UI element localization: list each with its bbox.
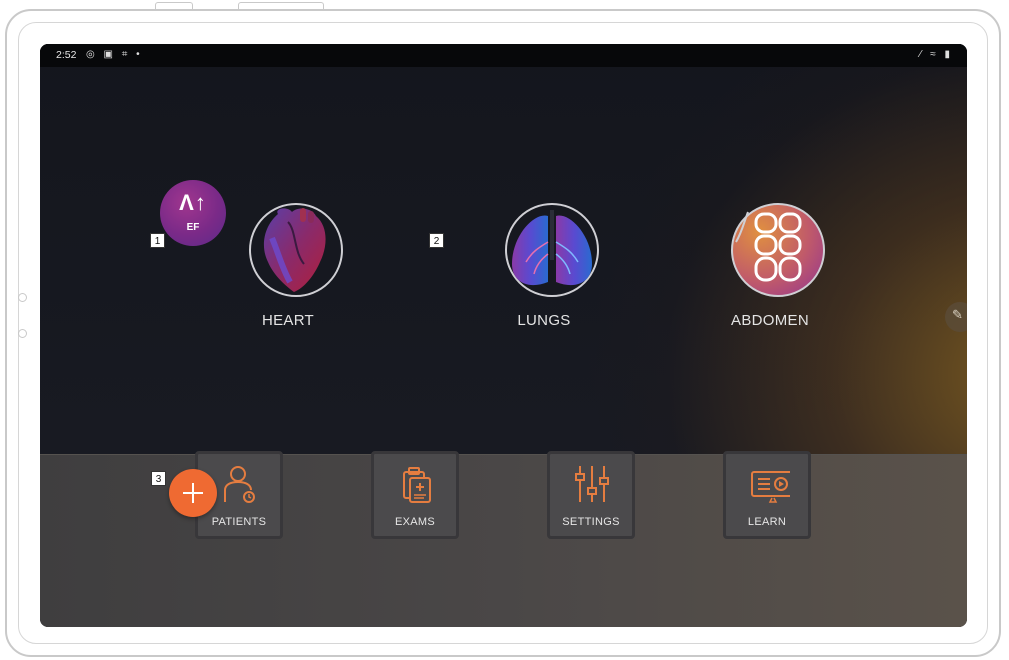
nav-settings[interactable]: SETTINGS — [547, 451, 635, 539]
nav-label-exams: EXAMS — [394, 516, 435, 528]
nav-exams[interactable]: EXAMS — [371, 451, 459, 539]
system-icons: ⁄ ≈ ▮ — [919, 49, 953, 60]
pencil-icon: ✎ — [952, 307, 963, 322]
notification-icons: ◎ ▣ ⌗ • — [86, 49, 143, 60]
patient-icon — [224, 466, 255, 503]
ai-ef-badge[interactable]: Λ↑ EF — [160, 180, 226, 246]
camera-dot — [18, 293, 27, 302]
callout-3: 3 — [151, 471, 166, 486]
status-time: 2:52 — [56, 49, 77, 61]
ai-ef-label: EF — [186, 222, 200, 233]
video-icon — [751, 471, 790, 503]
clipboard-icon — [403, 467, 431, 503]
exam-label-abdomen: ABDOMEN — [731, 312, 809, 329]
exam-abdomen[interactable]: ABDOMEN — [710, 202, 830, 362]
nav-label-learn: LEARN — [747, 516, 787, 528]
exam-lungs[interactable]: LUNGS — [484, 202, 604, 362]
app-screen: 2:52 ◎ ▣ ⌗ • ⁄ ≈ ▮ HEART LUNGS ABDOMEN ✎ — [40, 44, 967, 627]
abdomen-icon — [731, 203, 825, 297]
volume-button — [155, 2, 193, 9]
exam-label-heart: HEART — [261, 312, 315, 329]
edge-panel-handle[interactable]: ✎ — [945, 302, 967, 332]
exam-type-area: 2:52 ◎ ▣ ⌗ • ⁄ ≈ ▮ HEART LUNGS ABDOMEN ✎ — [40, 44, 967, 454]
new-exam-button[interactable] — [169, 469, 217, 517]
exam-label-lungs: LUNGS — [517, 312, 571, 329]
callout-1: 1 — [150, 233, 165, 248]
lungs-icon — [505, 203, 599, 297]
heart-icon — [249, 203, 343, 297]
sliders-icon — [575, 466, 609, 502]
ai-trace-icon: Λ↑ — [179, 190, 207, 215]
power-button — [238, 2, 324, 9]
nav-learn[interactable]: LEARN — [723, 451, 811, 539]
nav-label-settings: SETTINGS — [562, 516, 620, 528]
status-bar: 2:52 ◎ ▣ ⌗ • ⁄ ≈ ▮ — [40, 44, 967, 67]
callout-2: 2 — [429, 233, 444, 248]
nav-label-patients: PATIENTS — [211, 516, 267, 528]
section-divider — [40, 454, 967, 455]
sensor-dot — [18, 329, 27, 338]
exam-heart[interactable]: HEART — [228, 202, 348, 362]
